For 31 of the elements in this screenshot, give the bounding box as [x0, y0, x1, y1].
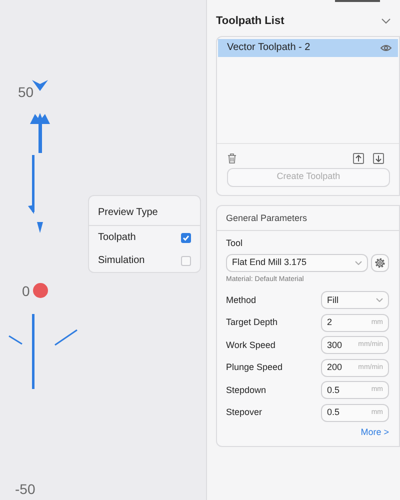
trash-icon[interactable] — [227, 152, 237, 164]
section-title: Toolpath List — [216, 14, 284, 29]
arrow-up-icon[interactable] — [353, 152, 364, 164]
method-select[interactable]: Fill — [321, 291, 389, 310]
checkbox[interactable] — [181, 232, 191, 242]
settings-icon — [374, 256, 386, 268]
option-label: Toolpath — [98, 231, 136, 245]
eye-icon[interactable] — [380, 44, 392, 52]
chevron-down-icon — [376, 298, 383, 302]
field-label: Stepdown — [226, 384, 266, 397]
field-label: Method — [226, 294, 256, 306]
axis-label: -50 — [15, 480, 36, 499]
more-link[interactable]: More > — [360, 426, 389, 440]
checkbox[interactable] — [181, 256, 191, 266]
panel-title: General Parameters — [217, 206, 399, 231]
chevron-down-icon — [355, 260, 362, 264]
field-label: Target Depth — [226, 316, 278, 329]
origin-marker — [33, 283, 48, 298]
field-label: Stepover — [226, 406, 262, 419]
field-label: Plunge Speed — [226, 361, 283, 374]
list-item[interactable]: Vector Toolpath - 2 — [218, 38, 398, 56]
chevron-down-icon[interactable] — [381, 18, 391, 24]
settings-button[interactable] — [371, 254, 389, 272]
panel-title: Preview Type — [89, 196, 200, 226]
arrow-down-icon[interactable] — [373, 152, 384, 164]
axis-label: 0 — [22, 282, 30, 301]
axis-label: 50 — [18, 83, 34, 102]
field-label: Tool — [226, 237, 244, 250]
tool-select[interactable]: Flat End Mill 3.175 — [226, 254, 368, 272]
option-label: Simulation — [98, 254, 145, 268]
field-label: Work Speed — [226, 338, 276, 352]
